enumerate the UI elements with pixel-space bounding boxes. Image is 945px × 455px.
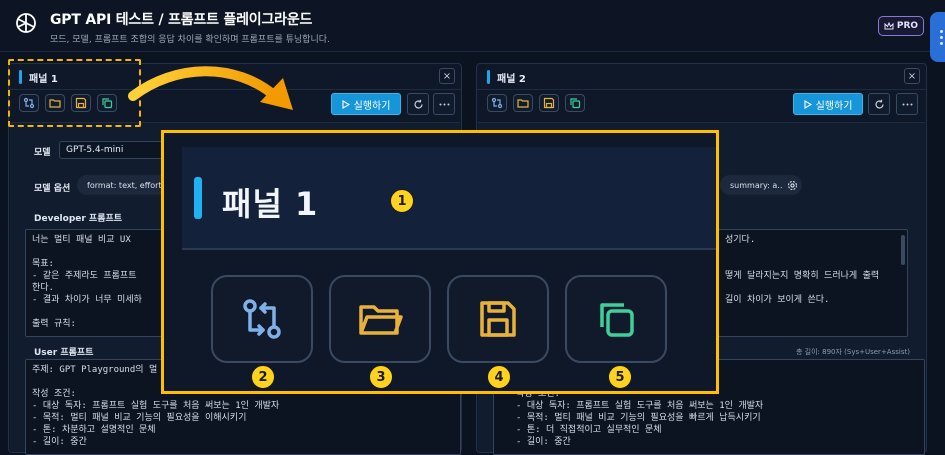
panel-title: 패널 2: [497, 74, 526, 85]
more-button[interactable]: [433, 93, 455, 115]
options-settings-button[interactable]: [782, 175, 802, 195]
panel-toolbar: [487, 94, 585, 112]
copy-button[interactable]: [565, 94, 585, 112]
developer-prompt-input[interactable]: 너는 멀티 패널 비교 UX 목표: - 같은 주제라도 프롬프트 한다. - …: [25, 229, 175, 337]
refresh-button[interactable]: [868, 93, 890, 115]
prompt-length-meta: 총 길이: 890자 (Sys+User+Assist): [796, 348, 910, 356]
zoom-callout: 패널 1 1 2 3 4 5: [161, 130, 719, 394]
developer-prompt-label: Developer 프롬프트: [34, 214, 123, 224]
app-subtitle: 모드, 모델, 프롬프트 조합의 응답 차이를 확인하며 프롬프트를 튜닝합니다…: [50, 35, 330, 45]
run-button[interactable]: 실행하기: [331, 93, 401, 115]
side-drawer-handle[interactable]: [930, 12, 945, 62]
panel-header: 패널 2 ×: [477, 64, 926, 90]
pro-badge-button[interactable]: PRO: [878, 16, 924, 36]
zoom-toolbar: [211, 275, 667, 363]
zoom-copy-button: [565, 275, 667, 363]
model-label: 모델: [34, 148, 51, 158]
refresh-icon: [413, 99, 423, 108]
pro-label: PRO: [896, 21, 919, 31]
crown-icon: [884, 22, 894, 30]
more-button[interactable]: [896, 93, 918, 115]
save-icon: [543, 97, 555, 109]
close-panel-button[interactable]: ×: [439, 68, 455, 84]
gear-icon: [787, 180, 797, 190]
open-button[interactable]: [513, 94, 533, 112]
zoom-open-button: [329, 275, 431, 363]
save-icon: [480, 301, 516, 337]
zoom-panel-color-bar: [194, 177, 202, 219]
scrollbar[interactable]: [901, 235, 905, 265]
model-options-label: 모델 옵션: [34, 184, 71, 194]
folder-icon: [517, 99, 529, 108]
callout-badge-5: 5: [608, 365, 632, 389]
developer-prompt-input[interactable]: 성기다. 떻게 달라지는지 명확히 드러나게 출력 길이 차이가 보이게 쓴다.: [718, 229, 908, 337]
user-prompt-label: User 프롬프트: [34, 348, 94, 358]
panel-color-bar: [487, 70, 490, 84]
refresh-icon: [874, 99, 884, 108]
callout-badge-4: 4: [487, 365, 511, 389]
more-icon: [902, 103, 912, 105]
swap-icon: [491, 97, 503, 109]
play-icon: [804, 99, 812, 109]
openai-logo-icon: [16, 13, 36, 33]
callout-badge-1: 1: [390, 189, 414, 213]
folder-icon: [359, 305, 403, 335]
play-icon: [342, 99, 350, 109]
close-panel-button[interactable]: ×: [904, 68, 920, 84]
zoom-swap-button: [211, 275, 313, 363]
zoom-save-button: [447, 275, 549, 363]
copy-icon: [600, 303, 634, 337]
save-button[interactable]: [539, 94, 559, 112]
zoom-panel-title: 패널 1: [222, 185, 319, 223]
copy-icon: [570, 98, 581, 109]
swap-icon: [243, 299, 281, 339]
callout-badge-3: 3: [369, 365, 393, 389]
run-button[interactable]: 실행하기: [793, 93, 863, 115]
top-bar: GPT API 테스트 / 프롬프트 플레이그라운드 모드, 모델, 프롬프트 …: [0, 0, 945, 52]
swap-button[interactable]: [487, 94, 507, 112]
callout-badge-2: 2: [251, 365, 275, 389]
app-title: GPT API 테스트 / 프롬프트 플레이그라운드: [50, 12, 313, 28]
refresh-button[interactable]: [407, 93, 429, 115]
more-icon: [439, 103, 449, 105]
